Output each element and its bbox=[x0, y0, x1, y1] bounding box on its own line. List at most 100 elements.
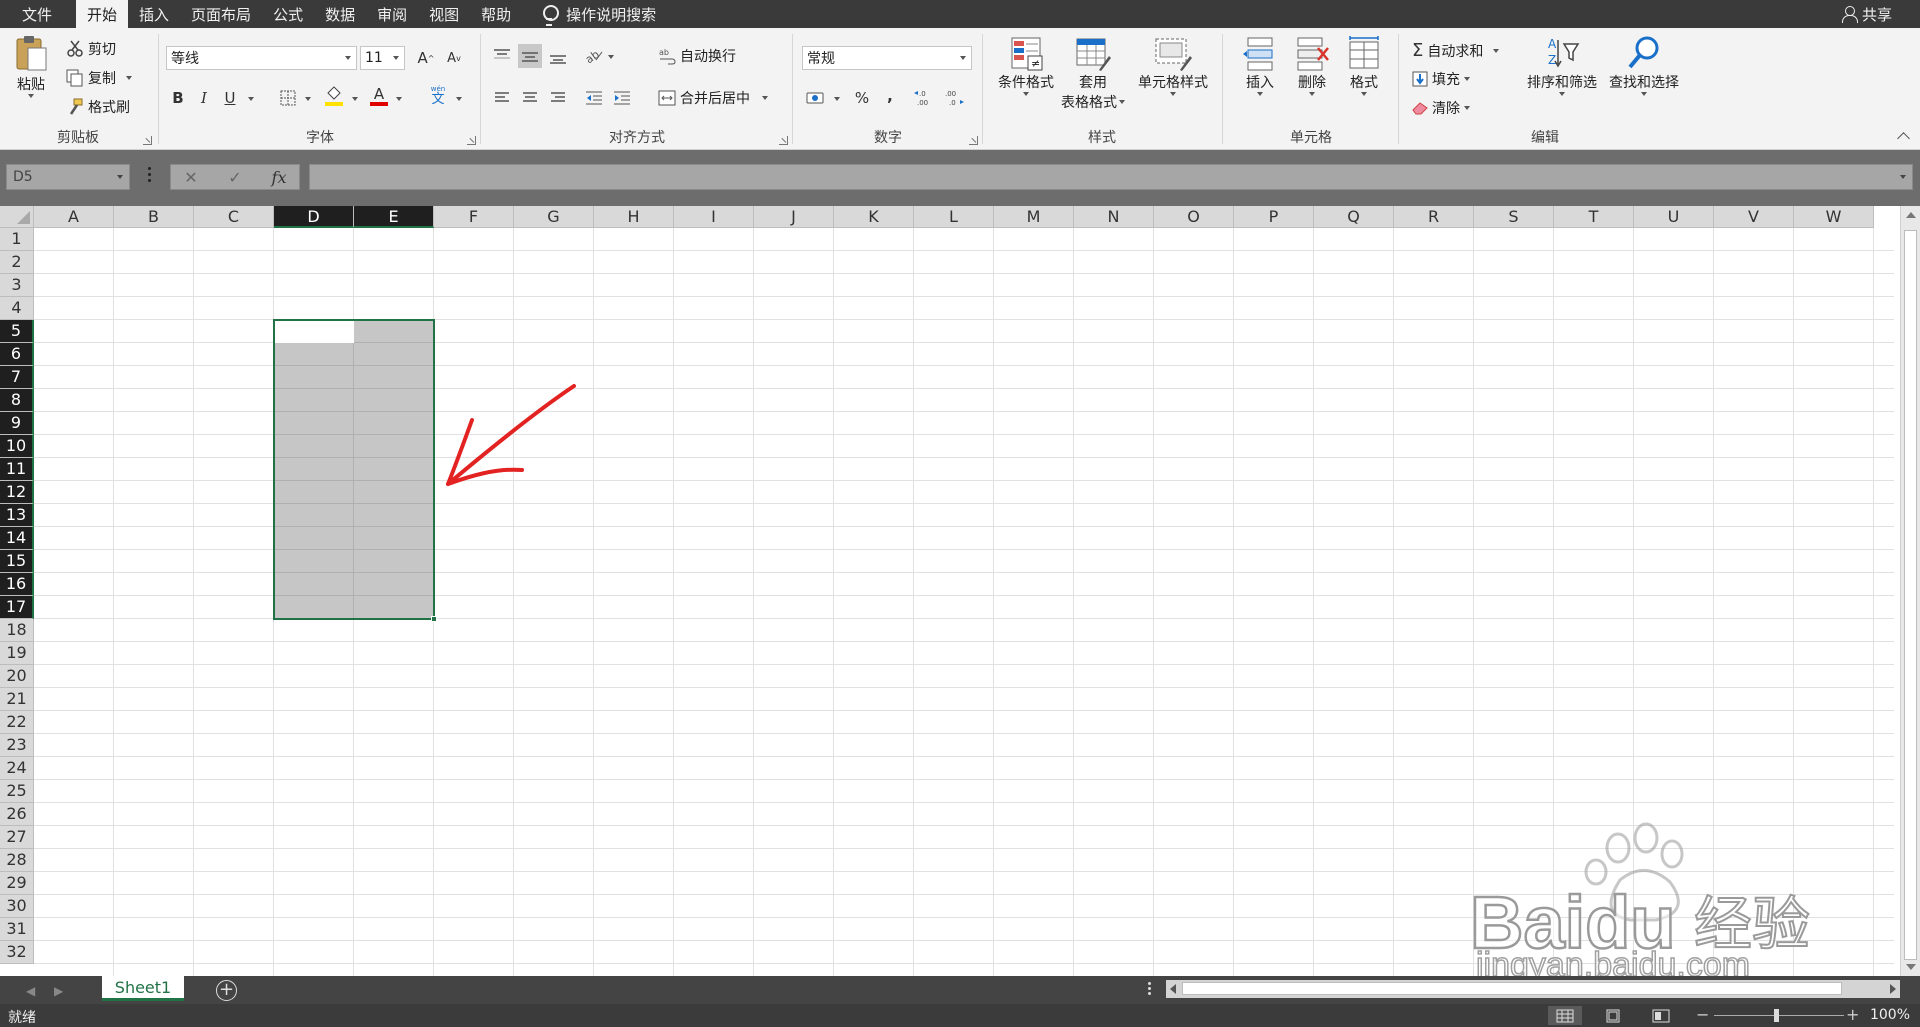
zoom-slider[interactable] bbox=[1714, 1015, 1844, 1016]
format-as-table-button[interactable]: 套用 表格格式 bbox=[1060, 36, 1126, 112]
collapse-ribbon-icon[interactable] bbox=[1897, 132, 1910, 145]
tab-7[interactable]: 视图 bbox=[418, 0, 470, 28]
column-header[interactable]: D bbox=[274, 206, 354, 228]
tab-2[interactable]: 插入 bbox=[128, 0, 180, 28]
row-header[interactable]: 24 bbox=[0, 757, 34, 780]
bold-button[interactable]: B bbox=[166, 86, 190, 110]
column-header[interactable]: L bbox=[914, 206, 994, 228]
scroll-down-icon[interactable] bbox=[1906, 964, 1916, 970]
fill-handle[interactable] bbox=[431, 616, 437, 622]
tab-3[interactable]: 页面布局 bbox=[180, 0, 262, 28]
italic-button[interactable]: I bbox=[192, 86, 216, 110]
format-cells-button[interactable]: 格式 bbox=[1342, 36, 1386, 96]
row-header[interactable]: 10 bbox=[0, 435, 34, 458]
chevron-down-icon[interactable] bbox=[352, 97, 358, 101]
scroll-right-icon[interactable] bbox=[1890, 984, 1896, 994]
align-left-button[interactable] bbox=[490, 86, 514, 110]
page-layout-view-button[interactable] bbox=[1596, 1006, 1630, 1025]
row-header[interactable]: 27 bbox=[0, 826, 34, 849]
column-header[interactable]: S bbox=[1474, 206, 1554, 228]
wrap-text-button[interactable]: ab 自动换行 bbox=[658, 46, 736, 66]
increase-indent-button[interactable] bbox=[610, 86, 634, 110]
column-header[interactable]: T bbox=[1554, 206, 1634, 228]
tab-1[interactable]: 开始 bbox=[76, 0, 129, 28]
row-header[interactable]: 3 bbox=[0, 274, 34, 297]
percent-button[interactable]: % bbox=[850, 86, 874, 110]
scroll-up-icon[interactable] bbox=[1906, 212, 1916, 218]
insert-cells-button[interactable]: 插入 bbox=[1238, 36, 1282, 96]
accounting-format-button[interactable] bbox=[804, 86, 828, 110]
cell-styles-button[interactable]: 单元格样式 bbox=[1132, 36, 1214, 96]
row-header[interactable]: 26 bbox=[0, 803, 34, 826]
add-sheet-button[interactable]: + bbox=[216, 980, 237, 1001]
row-header[interactable]: 6 bbox=[0, 343, 34, 366]
font-color-button[interactable]: A bbox=[367, 84, 391, 108]
column-header[interactable]: V bbox=[1714, 206, 1794, 228]
row-header[interactable]: 31 bbox=[0, 918, 34, 941]
autosum-button[interactable]: Σ 自动求和 bbox=[1412, 40, 1500, 61]
fill-button[interactable]: 填充 bbox=[1412, 69, 1470, 89]
column-header[interactable]: C bbox=[194, 206, 274, 228]
column-header[interactable]: A bbox=[34, 206, 114, 228]
shrink-font-button[interactable]: Av bbox=[442, 46, 466, 70]
horizontal-scroll-thumb[interactable] bbox=[1182, 982, 1842, 995]
row-header[interactable]: 28 bbox=[0, 849, 34, 872]
align-middle-button[interactable] bbox=[518, 44, 542, 68]
vertical-scrollbar[interactable] bbox=[1900, 206, 1920, 976]
tab-0[interactable]: 文件 bbox=[0, 0, 76, 28]
chevron-down-icon[interactable] bbox=[608, 55, 614, 59]
formula-input[interactable] bbox=[309, 164, 1913, 190]
select-all-button[interactable] bbox=[0, 206, 34, 228]
format-painter-button[interactable]: 格式刷 bbox=[66, 97, 130, 117]
fill-color-button[interactable] bbox=[322, 84, 346, 108]
normal-view-button[interactable] bbox=[1548, 1006, 1582, 1025]
insert-function-button[interactable]: fx bbox=[263, 165, 295, 189]
zoom-level[interactable]: 100% bbox=[1870, 1007, 1910, 1023]
clear-button[interactable]: 清除 bbox=[1412, 98, 1470, 118]
chevron-down-icon[interactable] bbox=[248, 97, 254, 101]
column-header[interactable]: E bbox=[354, 206, 434, 228]
row-header[interactable]: 25 bbox=[0, 780, 34, 803]
row-header[interactable]: 13 bbox=[0, 504, 34, 527]
chevron-down-icon[interactable] bbox=[456, 97, 462, 101]
column-header[interactable]: N bbox=[1074, 206, 1154, 228]
scroll-left-icon[interactable] bbox=[1170, 984, 1176, 994]
zoom-in-button[interactable]: + bbox=[1846, 1005, 1859, 1024]
row-header[interactable]: 22 bbox=[0, 711, 34, 734]
share-button[interactable]: 共享 bbox=[1841, 0, 1892, 28]
chevron-down-icon[interactable] bbox=[305, 97, 311, 101]
row-header[interactable]: 2 bbox=[0, 251, 34, 274]
row-header[interactable]: 32 bbox=[0, 941, 34, 964]
row-header[interactable]: 17 bbox=[0, 596, 34, 619]
comma-style-button[interactable]: , bbox=[878, 84, 902, 108]
dialog-launcher-icon[interactable] bbox=[467, 136, 476, 145]
orientation-button[interactable]: ab bbox=[582, 44, 606, 68]
column-header[interactable]: K bbox=[834, 206, 914, 228]
column-header[interactable]: O bbox=[1154, 206, 1234, 228]
row-header[interactable]: 29 bbox=[0, 872, 34, 895]
page-break-view-button[interactable] bbox=[1644, 1006, 1678, 1025]
row-header[interactable]: 4 bbox=[0, 297, 34, 320]
row-header[interactable]: 7 bbox=[0, 366, 34, 389]
column-header[interactable]: R bbox=[1394, 206, 1474, 228]
tab-6[interactable]: 审阅 bbox=[366, 0, 418, 28]
align-bottom-button[interactable] bbox=[546, 44, 570, 68]
column-header[interactable]: J bbox=[754, 206, 834, 228]
row-header[interactable]: 8 bbox=[0, 389, 34, 412]
column-header[interactable]: F bbox=[434, 206, 514, 228]
decrease-indent-button[interactable] bbox=[582, 86, 606, 110]
row-header[interactable]: 14 bbox=[0, 527, 34, 550]
row-header[interactable]: 19 bbox=[0, 642, 34, 665]
column-header[interactable]: I bbox=[674, 206, 754, 228]
next-sheet-icon[interactable]: ▶ bbox=[54, 984, 63, 998]
row-header[interactable]: 18 bbox=[0, 619, 34, 642]
row-header[interactable]: 12 bbox=[0, 481, 34, 504]
tab-5[interactable]: 数据 bbox=[314, 0, 366, 28]
decrease-decimal-button[interactable]: .00.0 bbox=[942, 86, 966, 110]
sheet-tab-sheet1[interactable]: Sheet1 bbox=[102, 976, 184, 1001]
font-size-combo[interactable]: 11 bbox=[360, 46, 405, 70]
borders-button[interactable] bbox=[276, 86, 300, 110]
delete-cells-button[interactable]: 删除 bbox=[1290, 36, 1334, 96]
align-top-button[interactable] bbox=[490, 44, 514, 68]
name-box[interactable]: D5 bbox=[6, 164, 130, 190]
